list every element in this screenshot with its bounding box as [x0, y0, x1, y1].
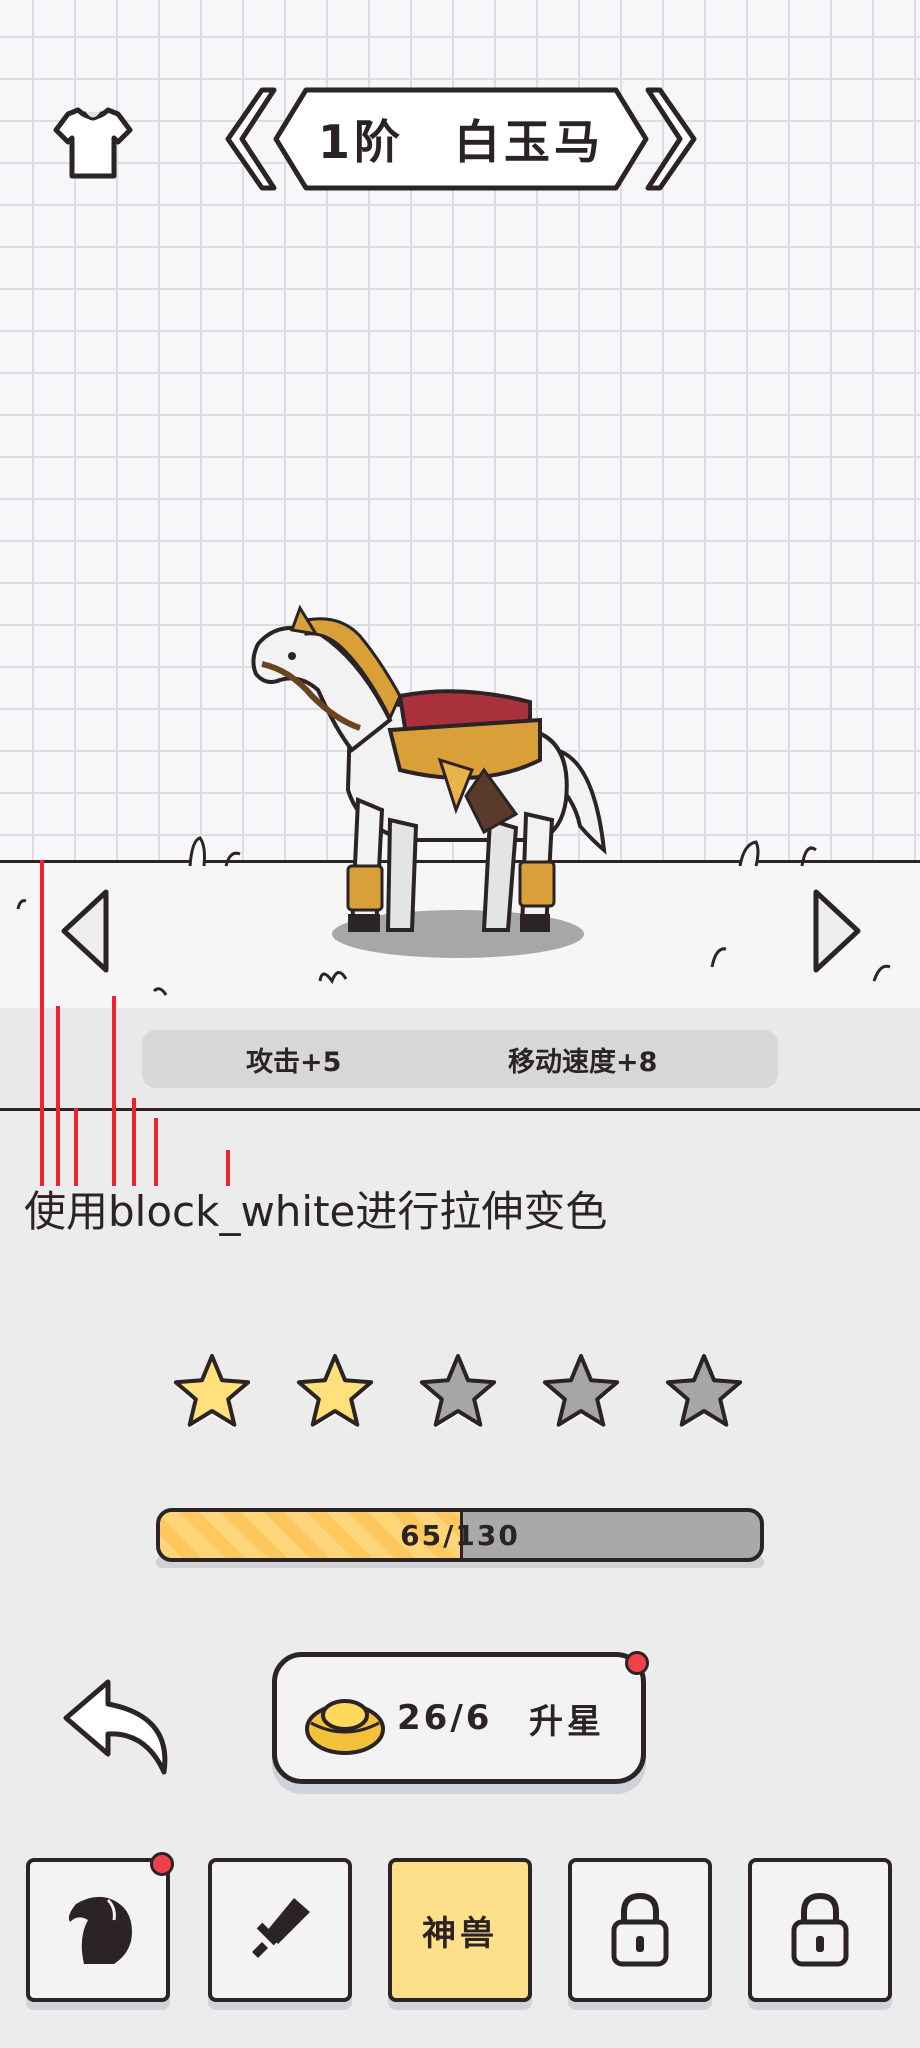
lock-icon: [791, 1892, 849, 1967]
sword-icon: [252, 1898, 310, 1958]
dev-note-text: 使用block_white进行拉伸变色: [24, 1187, 608, 1236]
debug-line: [112, 996, 116, 1186]
debug-line: [40, 860, 44, 1186]
star-filled-icon: [296, 1354, 374, 1429]
move-speed-stat: 移动速度+8: [508, 1046, 658, 1078]
horse-mount-image: [251, 604, 607, 958]
title-banner: 1阶 白玉马: [222, 84, 700, 194]
star-empty-icon: [542, 1354, 620, 1429]
debug-line: [56, 1006, 60, 1186]
debug-line: [132, 1098, 136, 1186]
debug-line: [154, 1118, 158, 1186]
debug-line: [74, 1108, 78, 1186]
gold-ingot-icon: [305, 1699, 385, 1755]
upgrade-star-button[interactable]: 26/6 升星: [272, 1651, 649, 1784]
tab-locked-2[interactable]: [748, 1858, 892, 2002]
next-mount-arrow[interactable]: [810, 888, 864, 974]
attack-stat: 攻击+5: [246, 1046, 342, 1078]
tab-weapon[interactable]: [208, 1858, 352, 2002]
back-arrow-icon[interactable]: [60, 1676, 176, 1780]
prev-mount-arrow[interactable]: [58, 888, 112, 974]
star-rating: [170, 1350, 760, 1440]
lock-icon: [611, 1892, 669, 1967]
shirt-icon[interactable]: [52, 102, 134, 184]
notification-dot: [150, 1852, 174, 1876]
star-empty-icon: [665, 1354, 743, 1429]
progress-label: 65/130: [400, 1518, 520, 1552]
star-progress-bar: 65/130: [156, 1508, 764, 1562]
star-filled-icon: [173, 1354, 251, 1429]
tab-beast[interactable]: 神兽: [388, 1858, 532, 2002]
tab-locked-1[interactable]: [568, 1858, 712, 2002]
star-empty-icon: [419, 1354, 497, 1429]
tab-horse[interactable]: [26, 1852, 174, 2002]
notification-dot: [625, 1651, 649, 1675]
horse-head-icon: [68, 1896, 132, 1964]
stats-pill: 攻击+5 移动速度+8: [142, 1030, 778, 1088]
page-title: 1阶 白玉马: [317, 115, 605, 169]
upgrade-label: 升星: [529, 1701, 605, 1742]
upgrade-cost: 26/6: [397, 1698, 493, 1738]
tab-beast-label: 神兽: [422, 1913, 498, 1954]
